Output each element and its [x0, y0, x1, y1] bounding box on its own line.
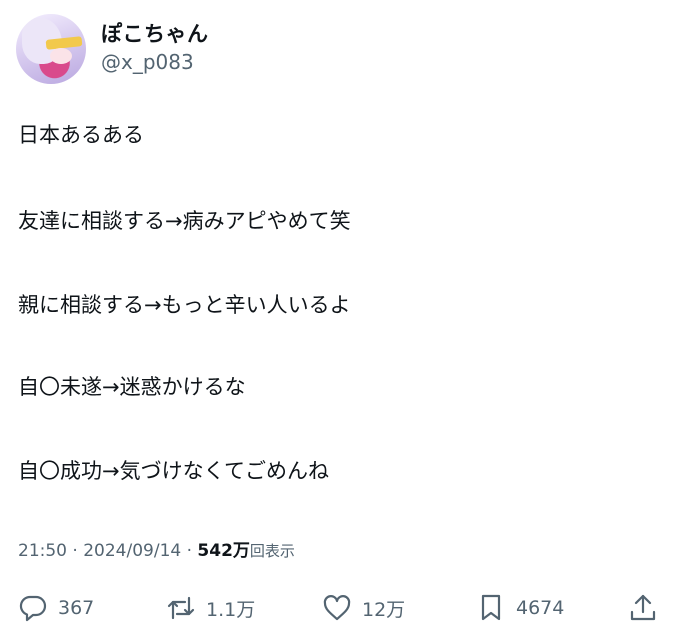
bookmark-icon — [481, 594, 501, 621]
like-button[interactable]: 12万 — [322, 588, 405, 628]
avatar[interactable] — [16, 14, 86, 84]
view-label: 回表示 — [249, 542, 295, 560]
user-handle[interactable]: @x_p083 — [101, 50, 194, 74]
post-time[interactable]: 21:50 — [18, 541, 67, 561]
display-name[interactable]: ぽこちゃん — [101, 18, 209, 48]
reply-count: 367 — [58, 597, 95, 619]
bookmark-count: 4674 — [516, 597, 565, 619]
view-count: 542万 — [197, 541, 250, 561]
share-icon — [630, 594, 656, 621]
reply-icon — [19, 595, 47, 622]
post-meta: 21:50 · 2024/09/14 · 542万回表示 — [18, 536, 295, 561]
avatar-face — [50, 48, 72, 64]
like-icon — [323, 595, 351, 621]
repost-count: 1.1万 — [206, 598, 256, 621]
repost-icon — [167, 596, 195, 620]
meta-separator: · — [181, 541, 198, 561]
like-count: 12万 — [362, 598, 406, 621]
post-line: 友達に相談する→病みアピやめて笑 — [18, 209, 351, 233]
action-bar: 367 1.1万 12万 4674 — [0, 588, 680, 628]
repost-button[interactable]: 1.1万 — [166, 588, 255, 628]
post-date[interactable]: 2024/09/14 — [83, 541, 181, 561]
bookmark-button[interactable]: 4674 — [476, 588, 564, 628]
share-button[interactable] — [628, 588, 658, 628]
post-line: 日本あるある — [18, 123, 144, 147]
meta-separator: · — [67, 541, 84, 561]
post-line: 親に相談する→もっと辛い人いるよ — [18, 293, 351, 317]
post-line: 自〇成功→気づけなくてごめんね — [18, 459, 329, 483]
post-line: 自〇未遂→迷惑かけるな — [18, 375, 246, 399]
reply-button[interactable]: 367 — [18, 588, 94, 628]
